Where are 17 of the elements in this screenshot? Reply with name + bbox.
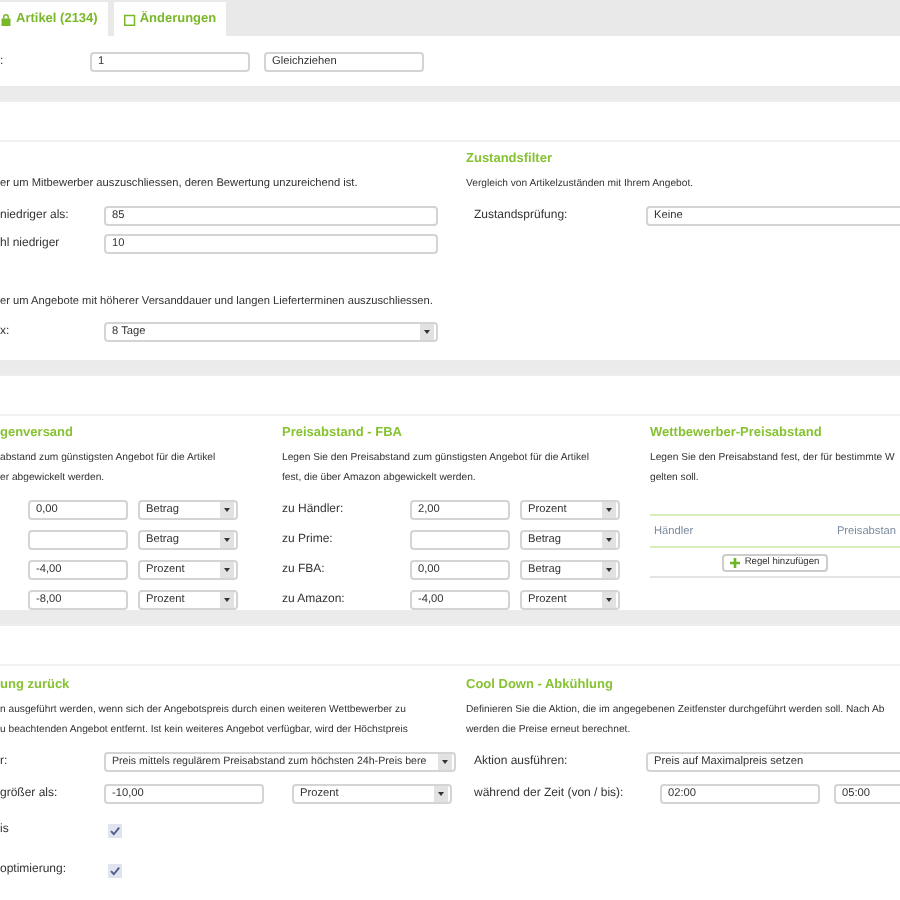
plus-icon xyxy=(730,557,741,567)
input-field[interactable] xyxy=(410,529,510,549)
caret-icon xyxy=(220,501,234,517)
checkbox[interactable] xyxy=(108,823,122,837)
caret-icon xyxy=(602,591,616,607)
input-field[interactable] xyxy=(28,529,128,549)
caret-icon xyxy=(220,591,234,607)
caret-icon xyxy=(420,324,434,340)
document-icon xyxy=(123,13,136,25)
caret-icon xyxy=(220,531,234,547)
caret-icon xyxy=(438,754,452,770)
caret-icon xyxy=(434,786,448,802)
checkbox[interactable] xyxy=(108,863,122,877)
caret-icon xyxy=(602,501,616,517)
caret-icon xyxy=(220,561,234,577)
caret-icon xyxy=(602,561,616,577)
caret-icon xyxy=(602,531,616,547)
